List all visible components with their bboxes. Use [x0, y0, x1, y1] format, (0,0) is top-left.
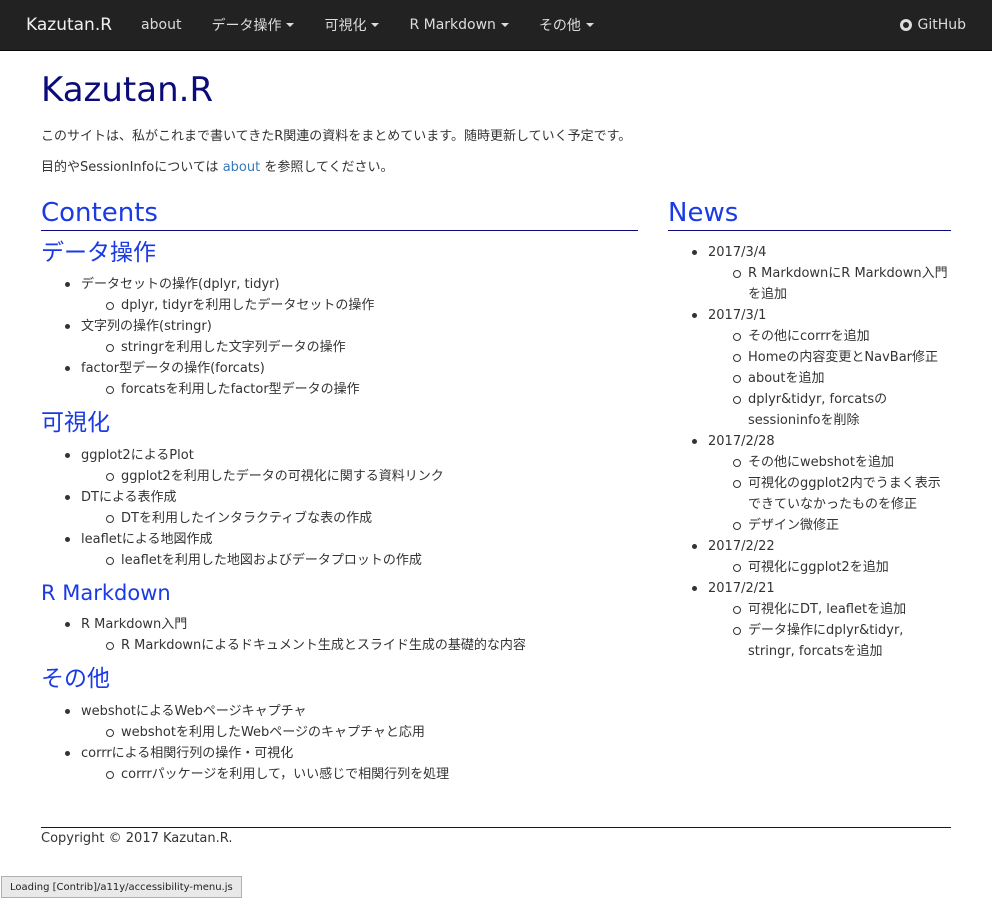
list-subitem: ggplot2を利用したデータの可視化に関する資料リンク	[106, 466, 638, 487]
news-item: その他にwebshotを追加	[733, 452, 951, 473]
section-title-data[interactable]: データ操作	[41, 238, 638, 268]
news-item: その他にcorrrを追加	[733, 326, 951, 347]
github-label: GitHub	[917, 17, 966, 33]
caret-down-icon	[286, 23, 295, 27]
list-item: データセットの操作(dplyr, tidyr) dplyr, tidyrを利用し…	[65, 274, 638, 316]
list-item: DTによる表作成 DTを利用したインタラクティブな表の作成	[65, 487, 638, 529]
nav-item-label: その他	[538, 18, 581, 34]
list-subitem: R Markdownによるドキュメント生成とスライド生成の基礎的な内容	[106, 635, 638, 656]
navbar-brand[interactable]: Kazutan.R	[26, 15, 112, 35]
news-item: データ操作にdplyr&tidyr, stringr, forcatsを追加	[733, 620, 951, 662]
github-icon	[900, 19, 913, 31]
news-date: 2017/2/28	[708, 434, 775, 449]
list-item: leafletによる地図作成 leafletを利用した地図およびデータプロットの…	[65, 529, 638, 571]
section-list: ggplot2によるPlot ggplot2を利用したデータの可視化に関する資料…	[65, 445, 638, 571]
list-item: R Markdown入門 R Markdownによるドキュメント生成とスライド生…	[65, 614, 638, 656]
section-title-visualization[interactable]: 可視化	[41, 408, 638, 438]
news-date: 2017/3/4	[708, 245, 767, 260]
list-subitem: forcatsを利用したfactor型データの操作	[106, 379, 638, 400]
news-item: aboutを追加	[733, 368, 951, 389]
list-item: factor型データの操作(forcats) forcatsを利用したfacto…	[65, 358, 638, 400]
list-item: ggplot2によるPlot ggplot2を利用したデータの可視化に関する資料…	[65, 445, 638, 487]
about-link[interactable]: about	[223, 160, 261, 175]
browser-status-bar: Loading [Contrib]/a11y/accessibility-men…	[1, 876, 242, 898]
section-list: R Markdown入門 R Markdownによるドキュメント生成とスライド生…	[65, 614, 638, 656]
list-subitem: stringrを利用した文字列データの操作	[106, 337, 638, 358]
news-entry: 2017/3/1 その他にcorrrを追加 Homeの内容変更とNavBar修正…	[692, 305, 951, 431]
news-entry: 2017/2/22 可視化にggplot2を追加	[692, 536, 951, 578]
news-date: 2017/2/21	[708, 581, 775, 596]
list-subitem: corrrパッケージを利用して，いい感じで相関行列を処理	[106, 764, 638, 785]
content-link[interactable]: leafletによる地図作成	[81, 532, 212, 547]
news-item: dplyr&tidyr, forcatsのsessioninfoを削除	[733, 389, 951, 431]
intro-text: このサイトは、私がこれまで書いてきたR関連の資料をまとめています。随時更新してい…	[41, 129, 632, 144]
footer-copyright: Copyright © 2017 Kazutan.R.	[41, 831, 233, 846]
content-link[interactable]: データセットの操作(dplyr, tidyr)	[81, 277, 280, 292]
news-item: Homeの内容変更とNavBar修正	[733, 347, 951, 368]
nav-item-label: R Markdown	[409, 17, 496, 33]
nav-item-label: 可視化	[324, 18, 367, 34]
nav-dropdown-other[interactable]: その他	[524, 0, 609, 51]
content-link[interactable]: factor型データの操作(forcats)	[81, 361, 265, 376]
contents-column: Contents データ操作 データセットの操作(dplyr, tidyr) d…	[41, 196, 638, 785]
caret-down-icon	[371, 23, 380, 27]
news-item: R MarkdownにR Markdown入門を追加	[733, 263, 951, 305]
caret-down-icon	[585, 23, 594, 27]
footer-divider	[41, 827, 951, 828]
news-item: 可視化にggplot2を追加	[733, 557, 951, 578]
news-item: 可視化のggplot2内でうまく表示できていなかったものを修正	[733, 473, 951, 515]
nav-dropdown-rmarkdown[interactable]: R Markdown	[394, 0, 523, 51]
section-list: データセットの操作(dplyr, tidyr) dplyr, tidyrを利用し…	[65, 274, 638, 400]
intro-text-after: を参照してください。	[260, 160, 394, 175]
news-date: 2017/2/22	[708, 539, 775, 554]
nav-dropdown-visualization[interactable]: 可視化	[309, 0, 394, 51]
news-entry: 2017/3/4 R MarkdownにR Markdown入門を追加	[692, 242, 951, 305]
nav-item-about[interactable]: about	[126, 0, 196, 51]
section-list: webshotによるWebページキャプチャ webshotを利用したWebページ…	[65, 701, 638, 785]
content-link[interactable]: corrrによる相関行列の操作・可視化	[81, 746, 293, 761]
content-link[interactable]: ggplot2によるPlot	[81, 448, 194, 463]
list-item: corrrによる相関行列の操作・可視化 corrrパッケージを利用して，いい感じ…	[65, 743, 638, 785]
list-subitem: dplyr, tidyrを利用したデータセットの操作	[106, 295, 638, 316]
news-entry: 2017/2/21 可視化にDT, leafletを追加 データ操作にdplyr…	[692, 578, 951, 662]
intro-about-text: 目的やSessionInfoについては about を参照してください。	[41, 156, 394, 175]
news-date: 2017/3/1	[708, 308, 767, 323]
content-link[interactable]: DTによる表作成	[81, 490, 177, 505]
content-link[interactable]: 文字列の操作(stringr)	[81, 319, 212, 334]
github-link[interactable]: GitHub	[900, 0, 966, 51]
news-list: 2017/3/4 R MarkdownにR Markdown入門を追加 2017…	[692, 242, 951, 662]
section-title-other[interactable]: その他	[41, 664, 638, 694]
caret-down-icon	[500, 23, 509, 27]
nav-item-label: about	[141, 17, 182, 33]
list-subitem: leafletを利用した地図およびデータプロットの作成	[106, 550, 638, 571]
section-title-rmarkdown[interactable]: R Markdown	[41, 579, 638, 607]
content-link[interactable]: webshotによるWebページキャプチャ	[81, 704, 307, 719]
page-title: Kazutan.R	[41, 70, 214, 110]
content-link[interactable]: R Markdown入門	[81, 617, 187, 632]
nav-item-label: データ操作	[211, 18, 282, 34]
list-item: webshotによるWebページキャプチャ webshotを利用したWebページ…	[65, 701, 638, 743]
news-item: 可視化にDT, leafletを追加	[733, 599, 951, 620]
contents-heading: Contents	[41, 196, 638, 231]
news-heading: News	[668, 196, 951, 231]
news-column: News 2017/3/4 R MarkdownにR Markdown入門を追加…	[668, 196, 951, 662]
news-item: デザイン微修正	[733, 515, 951, 536]
news-entry: 2017/2/28 その他にwebshotを追加 可視化のggplot2内でうま…	[692, 431, 951, 536]
list-subitem: DTを利用したインタラクティブな表の作成	[106, 508, 638, 529]
nav-dropdown-data[interactable]: データ操作	[196, 0, 309, 51]
top-navbar: Kazutan.R about データ操作 可視化 R Markdown その他…	[0, 0, 992, 51]
list-item: 文字列の操作(stringr) stringrを利用した文字列データの操作	[65, 316, 638, 358]
status-text: Loading [Contrib]/a11y/accessibility-men…	[10, 881, 233, 893]
list-subitem: webshotを利用したWebページのキャプチャと応用	[106, 722, 638, 743]
intro-text-before: 目的やSessionInfoについては	[41, 160, 223, 175]
